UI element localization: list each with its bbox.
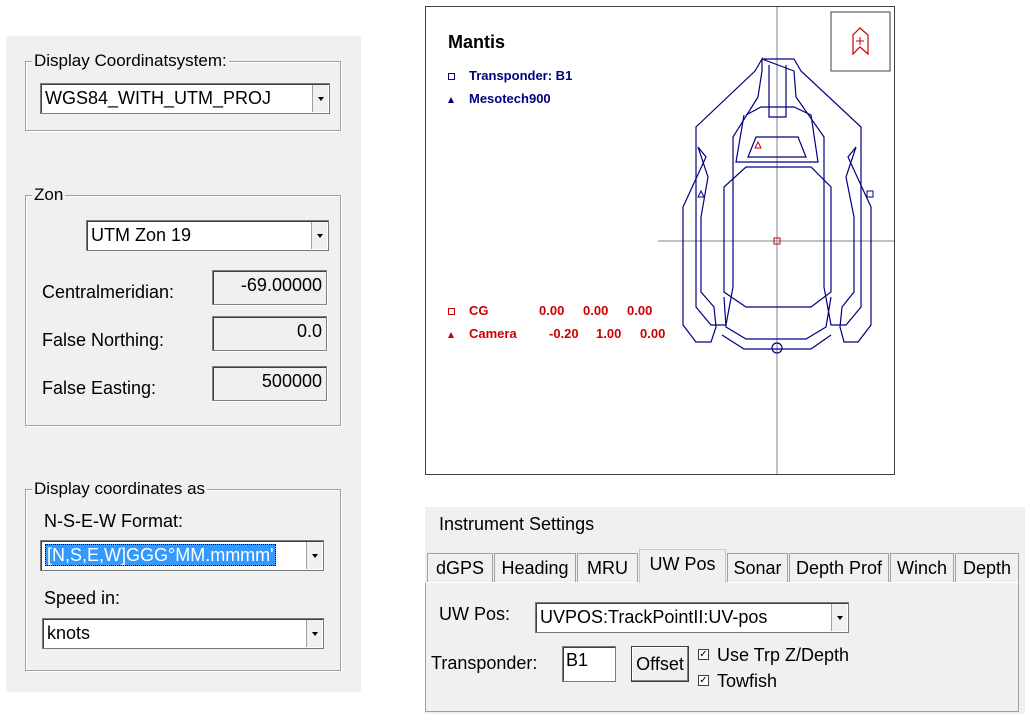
legend-item: Transponder: B1 [448, 68, 572, 83]
false-easting-field: 500000 [212, 366, 327, 401]
sonar-marker [697, 189, 705, 198]
display-as-group: Display coordinates as N-S-E-W Format: [… [25, 479, 341, 671]
uw-pos-select-value: UVPOS:TrackPointII:UV-pos [540, 607, 768, 627]
zone-group: Zon UTM Zon 19 Centralmeridian: -69.0000… [25, 185, 341, 426]
tab-mru[interactable]: MRU [577, 553, 638, 582]
speed-select[interactable]: knots [42, 618, 324, 649]
format-select-value: [N,S,E,W]GGG°MM.mmmm' [45, 544, 276, 566]
false-northing-field: 0.0 [212, 316, 327, 351]
offset-x: -0.20 [549, 326, 579, 341]
speed-label: Speed in: [44, 588, 121, 608]
central-meridian-field: -69.00000 [212, 270, 327, 305]
offset-row: CG 0.00 0.00 0.00 [448, 303, 652, 318]
legend-item: Mesotech900 [448, 91, 551, 106]
coordsys-group: Display Coordinatsystem: WGS84_WITH_UTM_… [25, 51, 341, 131]
towfish-label: Towfish [717, 671, 778, 691]
offset-y: 0.00 [583, 303, 609, 318]
chevron-down-icon[interactable] [312, 85, 328, 112]
camera-marker [754, 140, 762, 149]
use-trp-label: Use Trp Z/Depth [717, 645, 850, 665]
square-icon [448, 308, 455, 316]
tab-heading[interactable]: Heading [494, 553, 576, 582]
tab-uw-pos[interactable]: UW Pos [639, 549, 726, 583]
square-icon [448, 73, 455, 81]
chevron-down-icon[interactable] [306, 620, 322, 647]
instrument-settings-title: Instrument Settings [439, 514, 595, 534]
offset-z: 0.00 [640, 326, 666, 341]
towfish-checkbox[interactable]: ✓ [698, 675, 709, 686]
zone-select-value: UTM Zon 19 [91, 225, 192, 245]
triangle-icon [448, 331, 454, 338]
tab-dgps[interactable]: dGPS [427, 553, 493, 582]
uw-pos-label: UW Pos: [439, 604, 511, 624]
false-easting-label: False Easting: [42, 378, 157, 398]
transponder-label: Transponder: [431, 653, 538, 673]
zone-group-title: Zon [32, 185, 66, 205]
coordsys-select-value: WGS84_WITH_UTM_PROJ [45, 88, 272, 108]
legend-label: Transponder: B1 [469, 68, 573, 83]
settings-panel: Display Coordinatsystem: WGS84_WITH_UTM_… [6, 36, 361, 692]
vessel-title: Mantis [448, 32, 506, 52]
coordsys-group-title: Display Coordinatsystem: [32, 51, 229, 71]
offset-row: Camera -0.20 1.00 0.00 [448, 326, 665, 341]
vessel-drawing-panel: Mantis Transponder: B1 Mesotech900 CG 0.0… [425, 6, 895, 475]
false-northing-label: False Northing: [42, 330, 165, 350]
format-select[interactable]: [N,S,E,W]GGG°MM.mmmm' [40, 540, 324, 571]
uw-pos-select[interactable]: UVPOS:TrackPointII:UV-pos [535, 602, 849, 633]
chevron-down-icon[interactable] [831, 604, 847, 631]
speed-select-value: knots [47, 623, 91, 643]
offset-name: Camera [469, 326, 517, 341]
transponder-marker [866, 190, 874, 198]
chevron-down-icon[interactable] [311, 222, 327, 249]
tab-depth-prof[interactable]: Depth Prof [789, 553, 889, 582]
offset-y: 1.00 [596, 326, 622, 341]
central-meridian-label: Centralmeridian: [42, 282, 175, 302]
use-trp-checkbox[interactable]: ✓ [698, 649, 709, 660]
zone-select[interactable]: UTM Zon 19 [86, 220, 329, 251]
uw-pos-tab-content: UW Pos: UVPOS:TrackPointII:UV-pos Transp… [425, 582, 1019, 712]
tab-winch[interactable]: Winch [890, 553, 954, 582]
offset-button[interactable]: Offset [631, 646, 689, 682]
offset-name: CG [469, 303, 489, 318]
coordsys-select[interactable]: WGS84_WITH_UTM_PROJ [40, 83, 330, 114]
display-as-group-title: Display coordinates as [32, 479, 208, 499]
triangle-icon [448, 96, 454, 103]
tab-depth[interactable]: Depth [955, 553, 1019, 582]
legend-label: Mesotech900 [469, 91, 551, 106]
offset-x: 0.00 [539, 303, 565, 318]
transponder-input[interactable]: B1 [562, 646, 616, 682]
offset-z: 0.00 [627, 303, 653, 318]
tab-sonar[interactable]: Sonar [727, 553, 788, 582]
chevron-down-icon[interactable] [306, 542, 322, 569]
format-label: N-S-E-W Format: [44, 511, 183, 531]
